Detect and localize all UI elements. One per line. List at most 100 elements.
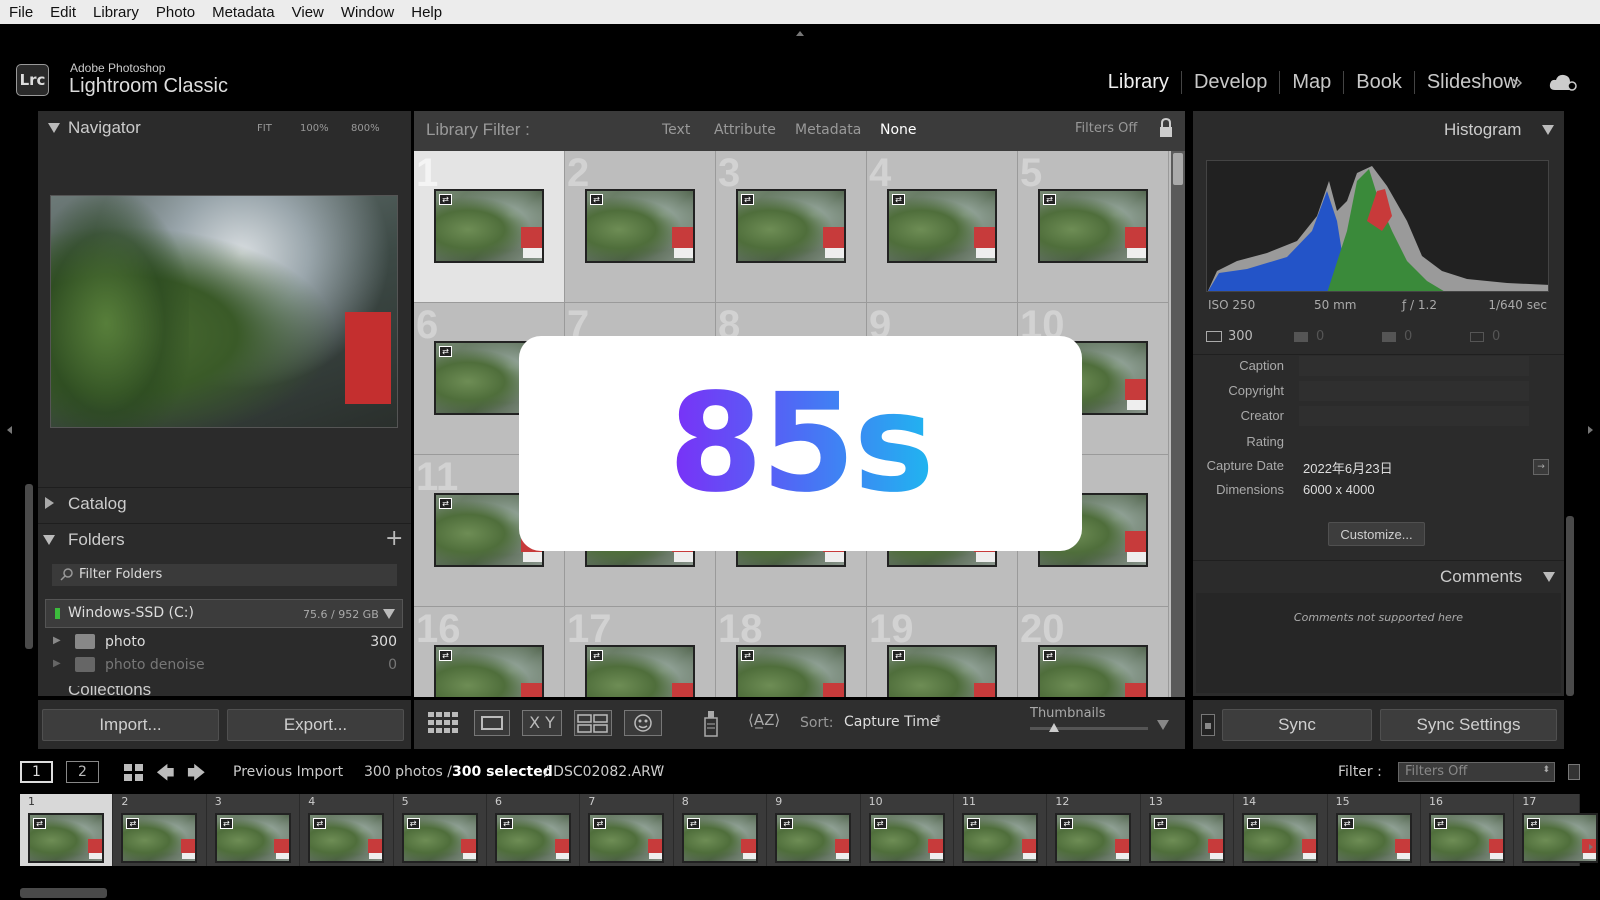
left-panel-scrollbar[interactable]: [25, 484, 33, 649]
filmstrip-thumbnail[interactable]: ⇄: [1522, 813, 1599, 863]
back-arrow-icon[interactable]: 🡄: [156, 761, 175, 791]
cloud-sync-icon[interactable]: [1548, 72, 1578, 96]
filmstrip-cell[interactable]: 10 ⇄: [860, 794, 954, 866]
filmstrip-thumbnail[interactable]: ⇄: [1335, 813, 1412, 863]
grid-cell[interactable]: 3 ⇄: [716, 151, 867, 303]
grid-thumbnail[interactable]: ⇄: [736, 645, 846, 697]
grid-cell[interactable]: 5 ⇄: [1018, 151, 1169, 303]
filmstrip-thumbnail[interactable]: ⇄: [308, 813, 385, 863]
volume-collapse-icon[interactable]: [383, 609, 395, 619]
folder-row-photo[interactable]: ▶ photo 300: [45, 631, 403, 653]
file-menu-mark[interactable]: ˅: [656, 764, 662, 778]
sync-button[interactable]: Sync: [1222, 709, 1372, 741]
filter-text-tab[interactable]: Text: [662, 122, 690, 138]
auto-sync-toggle[interactable]: [1201, 714, 1215, 736]
zoom-100[interactable]: 100%: [300, 123, 329, 134]
filmstrip-thumbnail[interactable]: ⇄: [495, 813, 571, 863]
filmstrip-cell[interactable]: 2 ⇄: [113, 794, 207, 866]
module-library[interactable]: Library: [1096, 70, 1182, 94]
sort-direction-icon[interactable]: ⟨A̲Z⟩: [748, 711, 780, 729]
filmstrip-thumbnail[interactable]: ⇄: [1242, 813, 1319, 863]
filmstrip-cell[interactable]: 13 ⇄: [1140, 794, 1235, 866]
compare-view-icon[interactable]: X Y: [522, 710, 562, 736]
filmstrip-right-arrow-icon[interactable]: [1589, 844, 1593, 850]
current-file-name[interactable]: / DSC02082.ARW: [544, 764, 664, 780]
filmstrip-thumbnail[interactable]: ⇄: [121, 813, 198, 863]
grid-thumbnail[interactable]: ⇄: [887, 189, 997, 263]
filmstrip-thumbnail[interactable]: ⇄: [588, 813, 665, 863]
filmstrip-cell[interactable]: 16 ⇄: [1421, 794, 1515, 866]
folder-row-photo-denoise[interactable]: ▶ photo denoise 0: [45, 654, 403, 676]
filmstrip-cell[interactable]: 6 ⇄: [487, 794, 581, 866]
catalog-expand-icon[interactable]: [45, 497, 54, 509]
export-button[interactable]: Export...: [227, 709, 404, 741]
loupe-view-icon[interactable]: [474, 710, 510, 736]
meta-rating-field[interactable]: [1299, 432, 1529, 452]
menu-file[interactable]: File: [9, 4, 33, 21]
forward-arrow-icon[interactable]: 🡆: [187, 761, 206, 791]
grid-cell[interactable]: 4 ⇄: [867, 151, 1018, 303]
volume-row[interactable]: Windows-SSD (C:) 75.6 / 952 GB: [45, 599, 403, 628]
menu-window[interactable]: Window: [341, 4, 394, 21]
people-view-icon[interactable]: [624, 710, 662, 736]
filter-preset[interactable]: Filters Off: [1075, 121, 1137, 136]
filmstrip-cell[interactable]: 9 ⇄: [767, 794, 861, 866]
filter-metadata-tab[interactable]: Metadata: [795, 122, 861, 138]
grid-thumbnail[interactable]: ⇄: [585, 189, 695, 263]
zoom-fit[interactable]: FIT: [257, 123, 272, 134]
filter-none-tab[interactable]: None: [880, 122, 917, 138]
filmstrip-cell[interactable]: 3 ⇄: [206, 794, 301, 866]
import-button[interactable]: Import...: [42, 709, 219, 741]
menu-library[interactable]: Library: [93, 4, 139, 21]
filmstrip-thumbnail[interactable]: ⇄: [681, 813, 758, 863]
grid-cell[interactable]: 20 ⇄: [1018, 607, 1169, 697]
filmstrip-cell[interactable]: 12 ⇄: [1047, 794, 1141, 866]
folders-collapse-icon[interactable]: [43, 535, 55, 545]
filmstrip-thumbnail[interactable]: ⇄: [1429, 813, 1505, 863]
navigator-header[interactable]: Navigator FIT 100% 800%: [38, 111, 411, 145]
grid-cell[interactable]: 17 ⇄: [565, 607, 716, 697]
zoom-800[interactable]: 800%: [351, 123, 380, 134]
meta-caption-field[interactable]: [1299, 356, 1529, 376]
filmstrip-cell[interactable]: 4 ⇄: [300, 794, 394, 866]
more-modules-icon[interactable]: »: [1511, 70, 1523, 94]
sync-settings-button[interactable]: Sync Settings: [1380, 709, 1557, 741]
capture-date-goto-icon[interactable]: →: [1533, 459, 1549, 475]
filter-dropdown[interactable]: Filters Off ⬍: [1398, 762, 1555, 782]
sort-stepper-icon[interactable]: ⬍: [934, 714, 942, 725]
filmstrip-cell[interactable]: 15 ⇄: [1327, 794, 1421, 866]
painter-icon[interactable]: [700, 708, 722, 742]
menu-edit[interactable]: Edit: [50, 4, 76, 21]
filmstrip-thumbnail[interactable]: ⇄: [28, 813, 104, 863]
primary-display-button[interactable]: 1: [20, 761, 53, 783]
navigator-collapse-icon[interactable]: [48, 123, 60, 133]
menu-help[interactable]: Help: [411, 4, 442, 21]
module-book[interactable]: Book: [1344, 70, 1415, 94]
comments-header[interactable]: Comments: [1193, 560, 1564, 592]
folder-expand-icon[interactable]: ▶: [53, 658, 61, 669]
thumbnail-size-knob[interactable]: [1048, 723, 1059, 732]
filmstrip-thumbnail[interactable]: ⇄: [1148, 813, 1225, 863]
meta-copyright-field[interactable]: [1299, 381, 1529, 401]
secondary-display-button[interactable]: 2: [66, 761, 99, 783]
grid-cell[interactable]: 16 ⇄: [414, 607, 565, 697]
sort-value[interactable]: Capture Time: [844, 714, 938, 730]
navigator-preview[interactable]: [50, 195, 398, 428]
right-panel-toggle-icon[interactable]: [1588, 426, 1593, 434]
menu-photo[interactable]: Photo: [156, 4, 195, 21]
module-develop[interactable]: Develop: [1182, 70, 1281, 94]
filmstrip-cell[interactable]: 1 ⇄: [20, 794, 114, 866]
grid-cell[interactable]: 2 ⇄: [565, 151, 716, 303]
grid-scrollbar-thumb[interactable]: [1173, 153, 1183, 185]
filmstrip-cell[interactable]: 17 ⇄: [1514, 794, 1599, 866]
filmstrip-cell[interactable]: 11 ⇄: [954, 794, 1048, 866]
module-map[interactable]: Map: [1280, 70, 1345, 94]
folder-expand-icon[interactable]: ▶: [53, 635, 61, 646]
source-label[interactable]: Previous Import: [233, 764, 343, 780]
filmstrip-thumbnail[interactable]: ⇄: [214, 813, 291, 863]
survey-view-icon[interactable]: [574, 710, 612, 736]
filter-folders-field[interactable]: Filter Folders: [52, 564, 397, 586]
grid-view-icon[interactable]: [426, 710, 464, 740]
catalog-header[interactable]: Catalog: [38, 487, 411, 517]
filmstrip-thumbnail[interactable]: ⇄: [868, 813, 945, 863]
